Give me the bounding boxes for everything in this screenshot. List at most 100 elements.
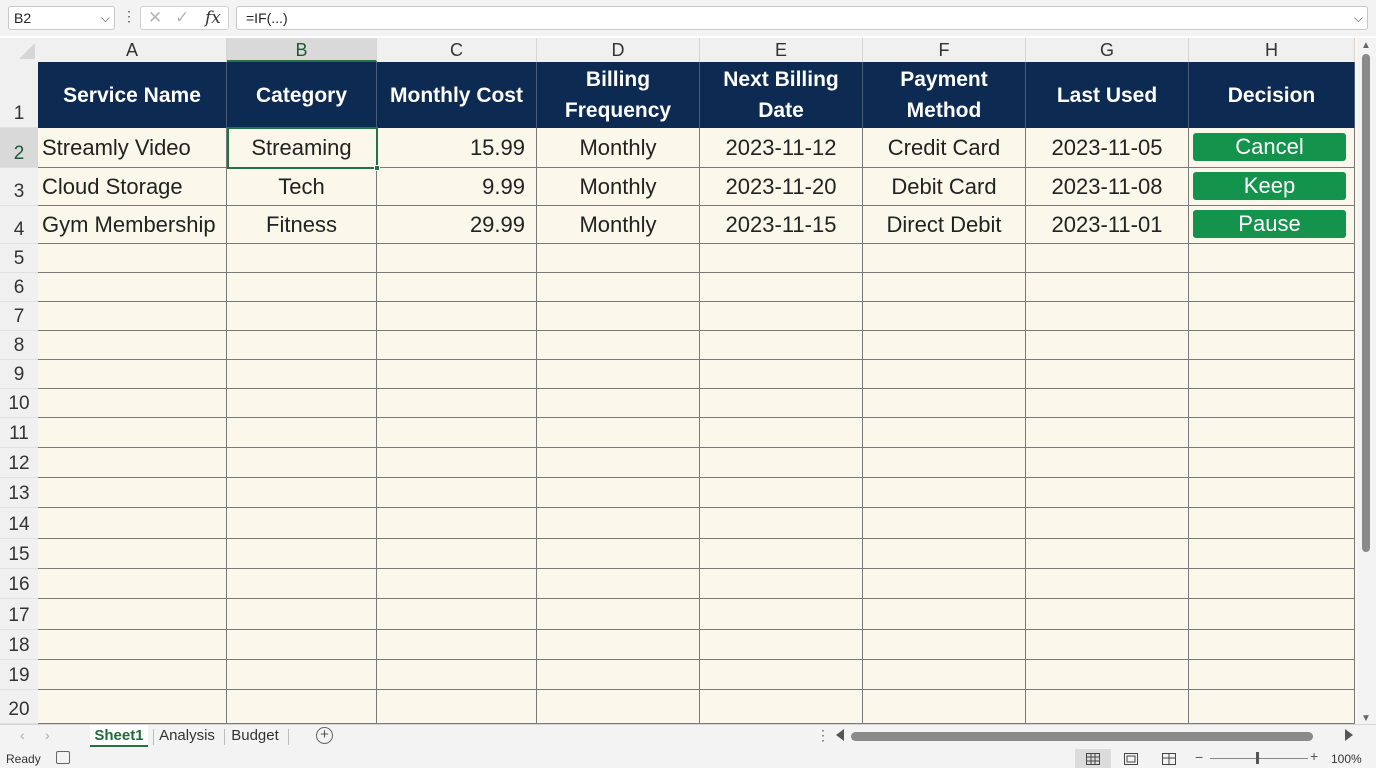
empty-cell[interactable] [227, 331, 377, 360]
sheet-tab-budget[interactable]: Budget [227, 725, 283, 747]
decision-keep-button[interactable]: Keep [1193, 172, 1346, 200]
formula-input[interactable]: =IF(...) ⌵ [236, 6, 1368, 30]
empty-cell[interactable] [700, 418, 863, 448]
empty-cell[interactable] [863, 660, 1026, 690]
empty-cell[interactable] [38, 448, 227, 478]
empty-cell[interactable] [227, 302, 377, 331]
row-header-20[interactable]: 20 [0, 690, 38, 724]
empty-cell[interactable] [863, 508, 1026, 539]
zoom-out-icon[interactable]: − [1195, 749, 1203, 765]
empty-cell[interactable] [1026, 508, 1189, 539]
empty-cell[interactable] [377, 690, 537, 724]
column-header-c[interactable]: C [377, 38, 537, 62]
empty-cell[interactable] [863, 331, 1026, 360]
empty-cell[interactable] [1189, 331, 1355, 360]
page-break-preview-icon[interactable] [1151, 749, 1187, 768]
table-cell[interactable]: Streamly Video [38, 128, 227, 168]
table-cell[interactable]: 2023-11-12 [700, 128, 863, 168]
column-header-b[interactable]: B [227, 38, 377, 62]
empty-cell[interactable] [227, 244, 377, 273]
empty-cell[interactable] [863, 448, 1026, 478]
empty-cell[interactable] [38, 389, 227, 418]
decision-pause-button[interactable]: Pause [1193, 210, 1346, 238]
worksheet-grid[interactable]: A B C D E F G H 1 2 3 4 5 6 7 8 9 10 11 … [0, 38, 1376, 724]
page-layout-icon[interactable] [1113, 749, 1149, 768]
empty-cell[interactable] [700, 539, 863, 569]
empty-cell[interactable] [377, 244, 537, 273]
empty-cell[interactable] [1189, 539, 1355, 569]
empty-cell[interactable] [377, 478, 537, 508]
empty-cell[interactable] [537, 244, 700, 273]
empty-cell[interactable] [38, 690, 227, 724]
header-next-billing-date[interactable]: Next Billing Date [700, 62, 863, 128]
empty-cell[interactable] [377, 360, 537, 389]
row-header-10[interactable]: 10 [0, 389, 38, 418]
empty-cell[interactable] [227, 690, 377, 724]
empty-cell[interactable] [38, 360, 227, 389]
empty-cell[interactable] [1189, 302, 1355, 331]
column-header-f[interactable]: F [863, 38, 1026, 62]
normal-view-icon[interactable] [1075, 749, 1111, 768]
empty-cell[interactable] [537, 273, 700, 302]
empty-cell[interactable] [1026, 690, 1189, 724]
empty-cell[interactable] [38, 599, 227, 630]
horizontal-scroll-thumb[interactable] [851, 732, 1313, 741]
row-header-4[interactable]: 4 [0, 206, 38, 244]
vertical-scrollbar[interactable]: ▲ ▼ [1358, 38, 1376, 724]
empty-cell[interactable] [537, 660, 700, 690]
table-cell[interactable]: 15.99 [377, 128, 537, 168]
row-header-19[interactable]: 19 [0, 660, 38, 690]
empty-cell[interactable] [377, 630, 537, 660]
column-header-a[interactable]: A [38, 38, 227, 62]
empty-cell[interactable] [1026, 478, 1189, 508]
table-cell[interactable]: Monthly [537, 206, 700, 244]
expand-formula-bar-icon[interactable]: ⌵ [1354, 7, 1363, 29]
empty-cell[interactable] [863, 302, 1026, 331]
table-cell[interactable]: 2023-11-05 [1026, 128, 1189, 168]
empty-cell[interactable] [1189, 660, 1355, 690]
empty-cell[interactable] [537, 331, 700, 360]
empty-cell[interactable] [863, 418, 1026, 448]
empty-cell[interactable] [863, 360, 1026, 389]
zoom-level[interactable]: 100% [1331, 752, 1362, 766]
empty-cell[interactable] [537, 539, 700, 569]
cancel-icon[interactable]: ✕ [148, 8, 162, 28]
empty-cell[interactable] [1189, 599, 1355, 630]
column-header-d[interactable]: D [537, 38, 700, 62]
empty-cell[interactable] [700, 508, 863, 539]
empty-cell[interactable] [700, 360, 863, 389]
sheet-tab-analysis[interactable]: Analysis [156, 725, 218, 747]
empty-cell[interactable] [227, 448, 377, 478]
empty-cell[interactable] [377, 660, 537, 690]
scroll-tabs-left-icon[interactable]: ‹ [20, 727, 25, 743]
empty-cell[interactable] [700, 660, 863, 690]
row-header-12[interactable]: 12 [0, 448, 38, 478]
header-monthly-cost[interactable]: Monthly Cost [377, 62, 537, 128]
table-cell[interactable]: Fitness [227, 206, 377, 244]
empty-cell[interactable] [1026, 244, 1189, 273]
empty-cell[interactable] [1026, 630, 1189, 660]
empty-cell[interactable] [537, 508, 700, 539]
empty-cell[interactable] [537, 389, 700, 418]
table-cell[interactable]: Credit Card [863, 128, 1026, 168]
empty-cell[interactable] [227, 630, 377, 660]
empty-cell[interactable] [1189, 448, 1355, 478]
empty-cell[interactable] [700, 569, 863, 599]
empty-cell[interactable] [1189, 418, 1355, 448]
empty-cell[interactable] [377, 539, 537, 569]
empty-cell[interactable] [1189, 630, 1355, 660]
header-billing-frequency[interactable]: Billing Frequency [537, 62, 700, 128]
empty-cell[interactable] [1189, 690, 1355, 724]
decision-cancel-button[interactable]: Cancel [1193, 133, 1346, 161]
empty-cell[interactable] [863, 273, 1026, 302]
row-header-13[interactable]: 13 [0, 478, 38, 508]
plus-circle-icon[interactable]: + [316, 727, 333, 744]
zoom-in-icon[interactable]: + [1310, 748, 1318, 764]
empty-cell[interactable] [377, 448, 537, 478]
empty-cell[interactable] [38, 418, 227, 448]
table-cell[interactable]: Streaming [227, 128, 377, 168]
row-header-3[interactable]: 3 [0, 168, 38, 206]
empty-cell[interactable] [227, 660, 377, 690]
empty-cell[interactable] [377, 389, 537, 418]
empty-cell[interactable] [38, 331, 227, 360]
